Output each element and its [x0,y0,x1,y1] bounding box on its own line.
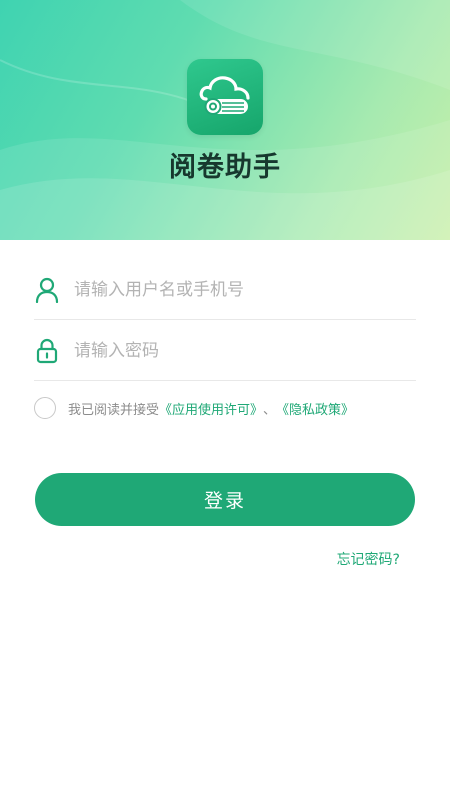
forgot-password-link[interactable]: 忘记密码? [337,549,400,569]
user-icon [34,277,60,303]
username-input[interactable] [74,269,416,310]
agreement-separator: 、 [263,402,277,418]
privacy-link[interactable]: 《隐私政策》 [276,399,354,418]
agreement-text: 我已阅读并接受 [68,402,160,418]
password-input[interactable] [74,330,416,371]
login-button[interactable]: 登录 [35,473,415,526]
login-screen: 阅卷助手 我已阅读并接受 《应用使用许可》 、 《隐私政策》 登录 忘记密码? [0,0,450,800]
agreement-row: 我已阅读并接受 《应用使用许可》 、 《隐私政策》 [34,396,354,420]
agreement-checkbox[interactable] [34,397,56,419]
cloud-scroll-icon [199,76,250,115]
password-field [34,321,416,381]
header-banner: 阅卷助手 [0,0,450,240]
license-link[interactable]: 《应用使用许可》 [159,399,263,418]
username-field [34,260,416,320]
app-title: 阅卷助手 [169,152,281,183]
app-logo [187,59,263,135]
lock-icon [34,338,60,364]
